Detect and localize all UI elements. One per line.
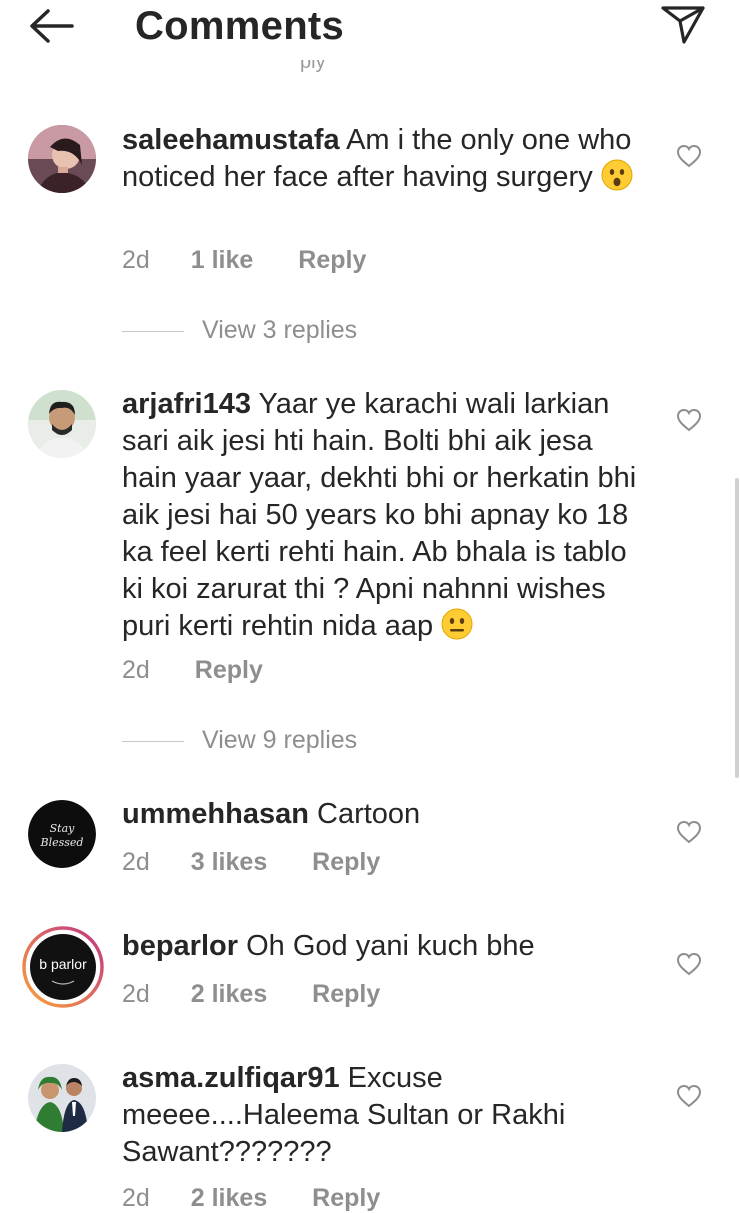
divider-line [122,740,184,742]
comment-meta: 2d 1 like Reply [122,246,366,275]
comment-username[interactable]: ummehhasan [122,798,309,830]
comment-username[interactable]: asma.zulfiqar91 [122,1062,340,1094]
scrollbar[interactable] [735,478,739,778]
comment-item: saleehamustafa Am i the only one who not… [0,118,740,358]
comment-item: asma.zulfiqar91 Excuse meeee....Haleema … [0,1058,740,1213]
like-heart-icon[interactable] [676,820,702,844]
view-replies-label: View 9 replies [202,726,358,754]
avatar-text-stay: Stay [50,822,76,835]
comment-username[interactable]: beparlor [122,930,238,962]
comment-time: 2d [122,656,150,684]
likes-count[interactable]: 2 likes [191,1184,267,1213]
reply-button[interactable]: Reply [298,246,366,275]
comment-time: 2d [122,848,150,876]
reply-button[interactable]: Reply [312,1184,380,1213]
avatar-text-bparlor: b parlor [39,956,87,972]
comment-username[interactable]: arjafri143 [122,388,251,420]
comment-meta: 2d 3 likes Reply [122,848,380,877]
view-replies-button[interactable]: View 3 replies [122,316,357,346]
comment-time: 2d [122,1184,150,1212]
view-replies-button[interactable]: View 9 replies [122,726,357,756]
reply-button[interactable]: Reply [312,848,380,877]
avatar[interactable]: Stay Blessed [28,800,96,868]
comment-meta: 2d 2 likes Reply [122,1184,380,1213]
comment-time: 2d [122,980,150,1008]
neutral-face-emoji-icon [441,608,473,640]
comment-body: Oh God yani kuch bhe [246,930,535,962]
page-title: Comments [135,4,345,48]
comment-meta: 2d Reply [122,656,263,685]
avatar[interactable] [28,1064,96,1132]
comment-body: Cartoon [317,798,421,830]
comment-item: b parlor beparlor Oh God yani kuch bhe 2… [0,926,740,1026]
comment-meta: 2d 2 likes Reply [122,980,380,1009]
like-heart-icon[interactable] [676,952,702,976]
comment-text: beparlor Oh God yani kuch bhe [122,928,642,965]
comment-text: arjafri143 Yaar ye karachi wali larkian … [122,386,642,645]
avatar[interactable] [28,125,96,193]
header-bar: Comments [0,0,740,60]
comment-text: ummehhasan Cartoon [122,796,642,833]
comment-text: saleehamustafa Am i the only one who not… [122,122,642,196]
like-heart-icon[interactable] [676,1084,702,1108]
send-icon[interactable] [660,4,706,46]
likes-count[interactable]: 3 likes [191,848,267,877]
comment-item: arjafri143 Yaar ye karachi wali larkian … [0,382,740,762]
previous-comment-cut-text: ply [300,60,326,73]
divider-line [122,330,184,332]
likes-count[interactable]: 1 like [191,246,254,275]
reply-button[interactable]: Reply [312,980,380,1009]
avatar[interactable] [28,390,96,458]
like-heart-icon[interactable] [676,408,702,432]
comment-text: asma.zulfiqar91 Excuse meeee....Haleema … [122,1060,642,1171]
comment-body: Yaar ye karachi wali larkian sari aik je… [122,388,637,642]
view-replies-label: View 3 replies [202,316,358,344]
astonished-face-emoji-icon [601,159,633,191]
like-heart-icon[interactable] [676,144,702,168]
reply-button[interactable]: Reply [195,656,263,685]
likes-count[interactable]: 2 likes [191,980,267,1009]
comment-item: Stay Blessed ummehhasan Cartoon 2d 3 lik… [0,794,740,894]
avatar-text-blessed: Blessed [40,836,84,849]
comment-username[interactable]: saleehamustafa [122,124,340,156]
back-arrow-icon[interactable] [26,6,76,46]
avatar[interactable]: b parlor [22,926,104,1008]
comment-time: 2d [122,246,150,274]
